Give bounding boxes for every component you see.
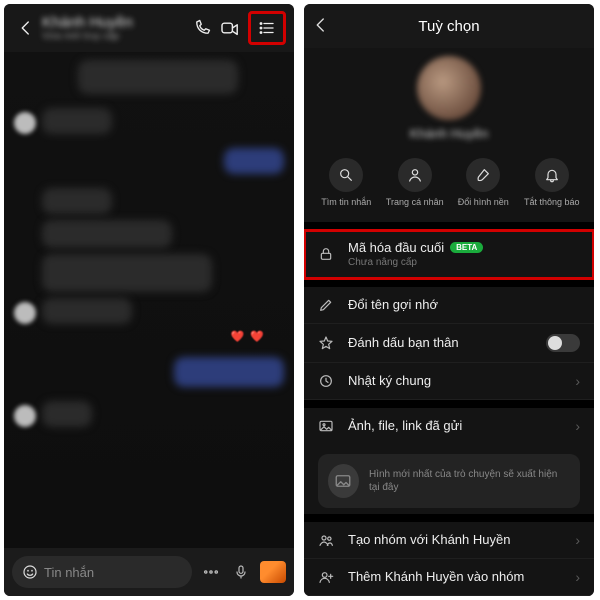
message-bubble-sent[interactable] [174, 357, 284, 387]
chat-input-bar: Tin nhắn [4, 548, 294, 596]
options-header: Tuỳ chọn [304, 4, 594, 48]
user-plus-icon [318, 569, 336, 585]
gallery-icon[interactable] [260, 561, 286, 583]
brush-icon [466, 158, 500, 192]
quick-actions: Tìm tin nhắn Trang cá nhân Đổi hình nền … [304, 154, 594, 222]
divider [304, 400, 594, 408]
back-icon[interactable] [12, 14, 40, 42]
options-body[interactable]: Khánh Huyền Tìm tin nhắn Trang cá nhân Đ… [304, 48, 594, 596]
message-input[interactable]: Tin nhắn [12, 556, 192, 588]
e2ee-title: Mã hóa đầu cuối [348, 240, 444, 255]
message-row [14, 108, 284, 134]
option-label: Nhật ký chung [348, 373, 431, 388]
quick-label: Tắt thông báo [524, 197, 580, 208]
chevron-right-icon: › [575, 532, 580, 548]
input-placeholder: Tin nhắn [44, 565, 94, 580]
emoji-icon[interactable] [22, 564, 38, 580]
message-bubble[interactable] [42, 254, 212, 292]
message-row [14, 401, 284, 427]
quick-label: Tìm tin nhắn [321, 197, 371, 208]
quick-mute[interactable]: Tắt thông báo [520, 158, 584, 208]
quick-search[interactable]: Tìm tin nhắn [314, 158, 378, 208]
option-create-group[interactable]: Tạo nhóm với Khánh Huyền › [304, 522, 594, 559]
chat-screen: Khánh Huyền Vừa mới truy cập [4, 4, 294, 596]
quick-label: Trang cá nhân [386, 197, 444, 208]
beta-badge: BETA [450, 242, 483, 253]
avatar[interactable] [14, 405, 36, 427]
avatar[interactable] [417, 56, 481, 120]
contact-name: Khánh Huyền [42, 14, 188, 31]
message-bubble[interactable] [42, 108, 112, 134]
bell-icon [535, 158, 569, 192]
mic-icon[interactable] [230, 561, 252, 583]
pencil-icon [318, 297, 336, 313]
option-bestfriend[interactable]: Đánh dấu bạn thân [304, 324, 594, 363]
divider [304, 279, 594, 287]
reactions[interactable]: ❤️❤️ [231, 330, 264, 343]
message-row [14, 188, 284, 324]
chat-body[interactable]: ❤️❤️ [4, 52, 294, 548]
quick-label: Đổi hình nền [458, 197, 509, 208]
voice-call-icon[interactable] [188, 14, 216, 42]
chevron-right-icon: › [575, 373, 580, 389]
chevron-right-icon: › [575, 418, 580, 434]
avatar[interactable] [14, 112, 36, 134]
chevron-right-icon: › [575, 569, 580, 585]
lock-icon [318, 246, 336, 262]
media-empty-text: Hình mới nhất của trò chuyện sẽ xuất hiệ… [369, 468, 570, 494]
chat-header: Khánh Huyền Vừa mới truy cập [4, 4, 294, 52]
media-empty-card: Hình mới nhất của trò chuyện sẽ xuất hiệ… [318, 454, 580, 508]
option-label: Ảnh, file, link đã gửi [348, 418, 462, 433]
divider [304, 514, 594, 522]
option-label: Thêm Khánh Huyền vào nhóm [348, 569, 524, 584]
option-rename[interactable]: Đổi tên gợi nhớ [304, 287, 594, 324]
divider [304, 222, 594, 230]
contact-status: Vừa mới truy cập [42, 31, 188, 42]
page-title: Tuỳ chọn [418, 18, 479, 35]
option-label: Đổi tên gợi nhớ [348, 297, 438, 312]
profile-name: Khánh Huyền [410, 126, 489, 142]
highlight-menu [248, 11, 286, 45]
e2ee-sub: Chưa nâng cấp [348, 257, 580, 268]
clock-icon [318, 373, 336, 389]
options-screen: Tuỳ chọn Khánh Huyền Tìm tin nhắn Trang … [304, 4, 594, 596]
group-icon [318, 532, 336, 548]
message-bubble[interactable] [42, 401, 92, 427]
message-bubble-sent[interactable] [224, 148, 284, 174]
option-label: Đánh dấu bạn thân [348, 335, 459, 350]
image-icon [318, 418, 336, 434]
option-label: Tạo nhóm với Khánh Huyền [348, 532, 510, 547]
search-icon [329, 158, 363, 192]
user-icon [398, 158, 432, 192]
message-row [14, 148, 284, 174]
back-icon[interactable] [312, 16, 330, 37]
chat-title-block[interactable]: Khánh Huyền Vừa mới truy cập [40, 14, 188, 42]
profile-block: Khánh Huyền [304, 48, 594, 154]
option-media[interactable]: Ảnh, file, link đã gửi › [304, 408, 594, 444]
message-bubble[interactable] [42, 298, 132, 324]
message-bubble[interactable] [78, 60, 238, 94]
option-add-to-group[interactable]: Thêm Khánh Huyền vào nhóm › [304, 559, 594, 596]
star-icon [318, 335, 336, 351]
message-bubble[interactable] [42, 188, 112, 214]
message-bubble[interactable] [42, 220, 172, 248]
avatar[interactable] [14, 302, 36, 324]
option-diary[interactable]: Nhật ký chung › [304, 363, 594, 400]
quick-profile[interactable]: Trang cá nhân [383, 158, 447, 208]
video-call-icon[interactable] [216, 14, 244, 42]
more-icon[interactable] [200, 561, 222, 583]
message-row [14, 357, 284, 387]
toggle-bestfriend[interactable] [546, 334, 580, 352]
quick-wallpaper[interactable]: Đổi hình nền [451, 158, 515, 208]
options-menu-icon[interactable] [253, 14, 281, 42]
option-e2ee[interactable]: Mã hóa đầu cuối BETA Chưa nâng cấp [304, 230, 594, 279]
image-placeholder-icon [328, 464, 359, 498]
